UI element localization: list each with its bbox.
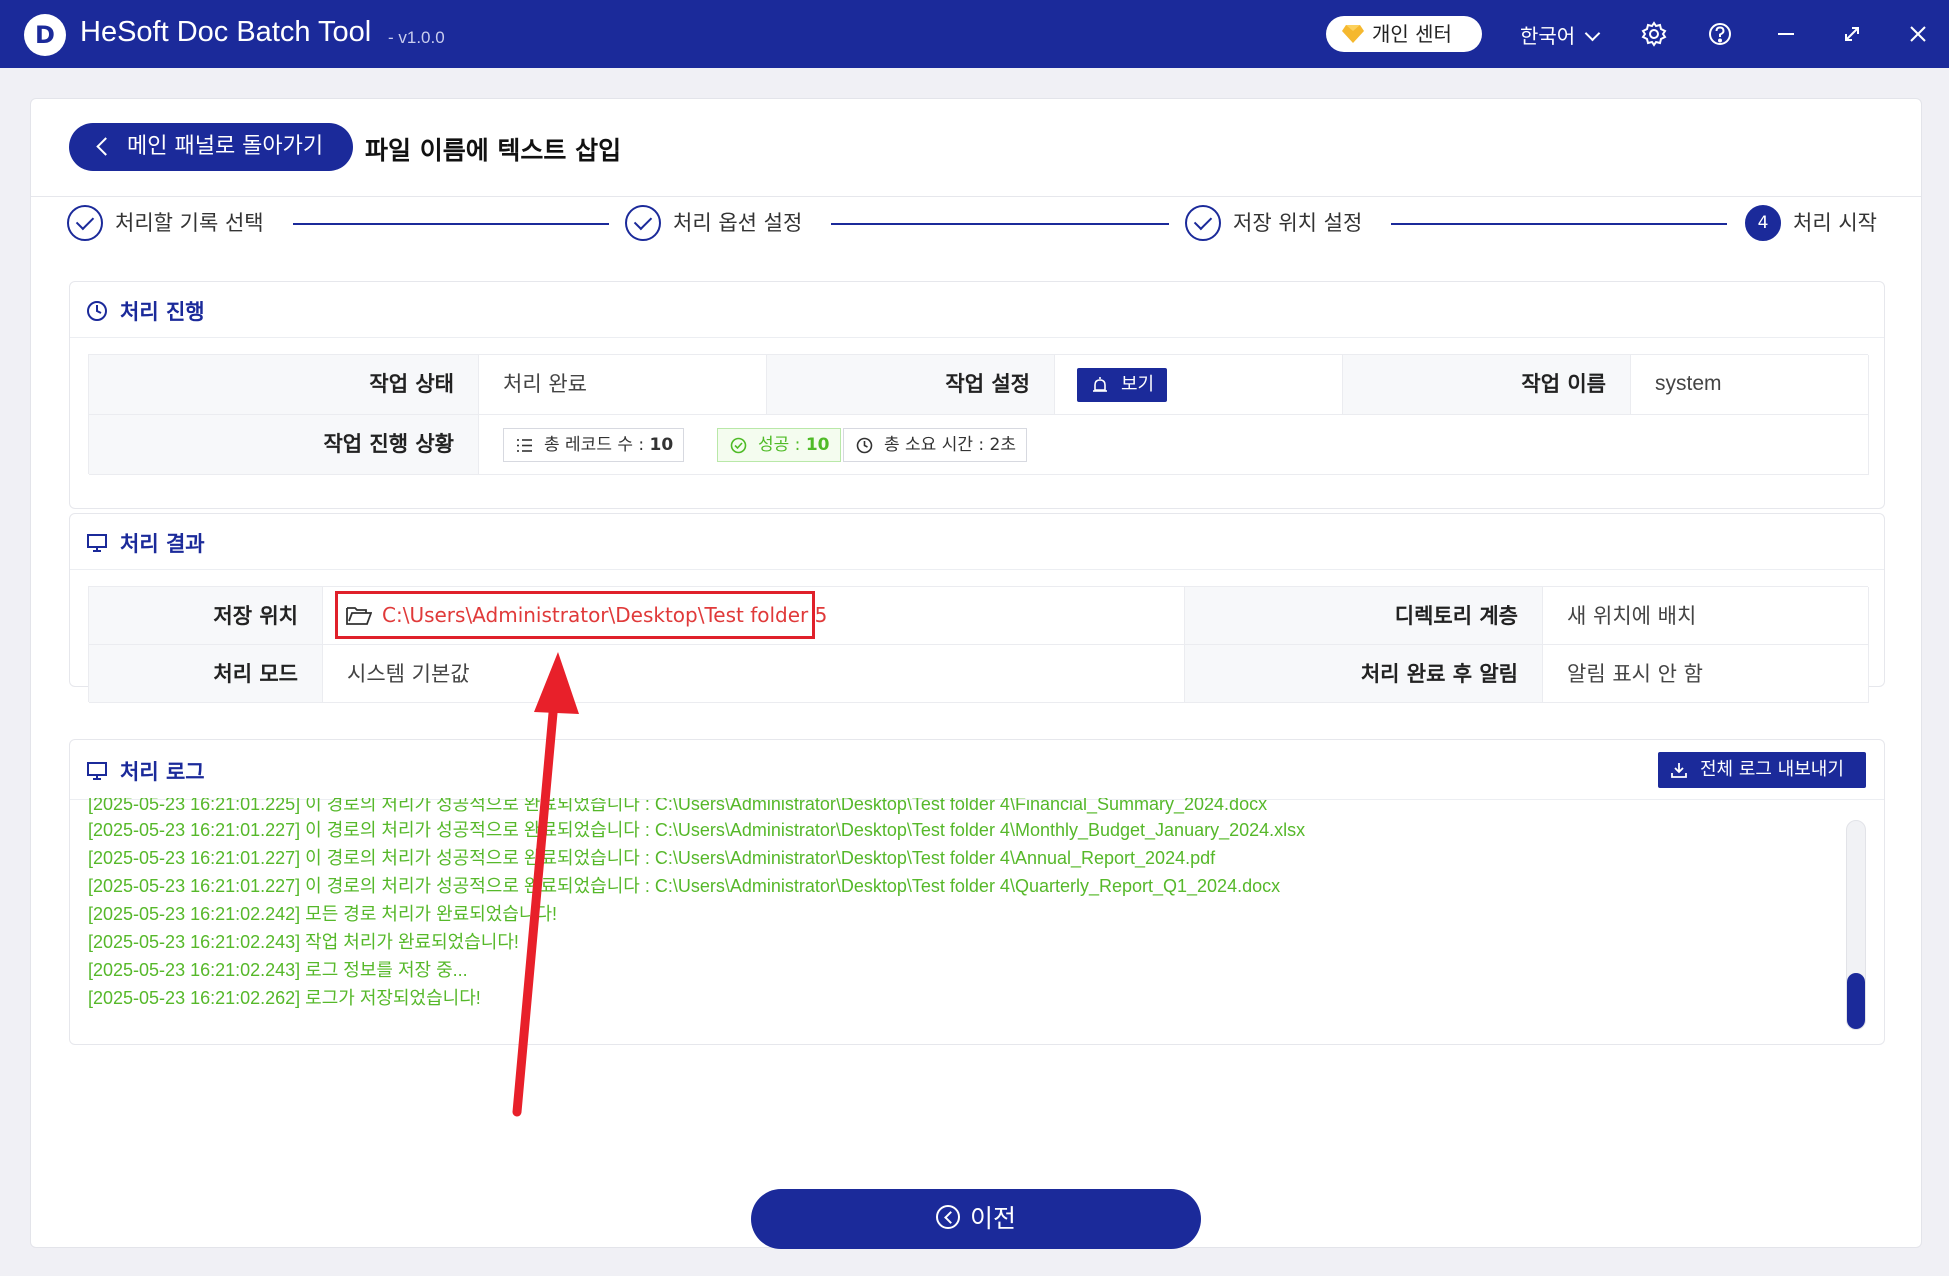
list-icon — [517, 439, 532, 452]
step-label: 처리할 기록 선택 — [115, 211, 264, 235]
clock-icon — [87, 301, 107, 321]
section-title: 처리 로그 — [120, 760, 205, 784]
alarm-icon — [1093, 377, 1107, 392]
check-circle-icon — [730, 437, 747, 454]
title-bar: D HeSoft Doc Batch Tool - v1.0.0 개인 센터 한… — [0, 0, 1949, 68]
log-section: 처리 로그 전체 로그 내보내기 [2025-05-23 16:21:01.22… — [69, 739, 1885, 1045]
chevron-left-circle-icon — [935, 1205, 960, 1229]
monitor-icon — [87, 762, 107, 780]
export-log-button[interactable]: 전체 로그 내보내기 — [1658, 752, 1866, 788]
monitor-icon — [87, 534, 107, 552]
status-key: 작업 상태 — [89, 355, 479, 415]
diamond-icon — [1342, 25, 1364, 43]
success-label: 성공 : — [758, 435, 806, 455]
notify-key: 처리 완료 후 알림 — [1185, 645, 1543, 703]
close-icon[interactable] — [1904, 20, 1932, 48]
previous-button[interactable]: 이전 — [751, 1189, 1201, 1249]
scrollbar-thumb[interactable] — [1847, 973, 1865, 1029]
step-connector — [831, 223, 1169, 225]
log-line: [2025-05-23 16:21:01.227] 이 경로의 처리가 성공적으… — [88, 876, 1281, 896]
settings-key: 작업 설정 — [767, 355, 1055, 415]
progress-value: 총 레코드 수 : 10 성공 : 10 총 소요 시간 : 2초 — [479, 415, 1869, 475]
log-line: [2025-05-23 16:21:02.242] 모든 경로 처리가 완료되었… — [88, 904, 558, 924]
step-label: 저장 위치 설정 — [1233, 211, 1363, 235]
section-header: 처리 로그 전체 로그 내보내기 — [70, 740, 1884, 800]
language-select[interactable]: 한국어 — [1520, 20, 1601, 49]
save-location-key: 저장 위치 — [89, 587, 323, 645]
chevron-down-icon — [1584, 25, 1601, 42]
save-location-value: C:\Users\Administrator\Desktop\Test fold… — [323, 587, 1185, 645]
status-value: 처리 완료 — [479, 355, 767, 415]
progress-section: 처리 진행 작업 상태 처리 완료 작업 설정 보기 작업 이름 system … — [69, 281, 1885, 509]
directory-hierarchy-key: 디렉토리 계층 — [1185, 587, 1543, 645]
check-circle-icon — [67, 205, 103, 241]
section-title: 처리 결과 — [120, 532, 205, 556]
step-connector — [1391, 223, 1727, 225]
notify-value: 알림 표시 안 함 — [1543, 645, 1869, 703]
step-label: 처리 시작 — [1793, 211, 1877, 235]
chevron-left-icon — [96, 137, 115, 156]
page-title: 파일 이름에 텍스트 삽입 — [365, 136, 622, 165]
log-scrollbar[interactable] — [1846, 820, 1866, 1030]
download-icon — [1671, 763, 1687, 778]
save-location-link[interactable]: C:\Users\Administrator\Desktop\Test fold… — [335, 591, 827, 639]
app-logo: D — [24, 14, 66, 56]
log-list[interactable]: [2025-05-23 16:21:01.225] 이 경로의 처리가 성공적으… — [88, 798, 1848, 1030]
directory-hierarchy-value: 새 위치에 배치 — [1543, 587, 1869, 645]
view-button-label: 보기 — [1121, 374, 1155, 395]
save-path-text: C:\Users\Administrator\Desktop\Test fold… — [382, 603, 828, 627]
log-line: [2025-05-23 16:21:01.227] 이 경로의 처리가 성공적으… — [88, 848, 1216, 868]
success-badge: 성공 : 10 — [717, 428, 841, 462]
check-circle-icon — [1185, 205, 1221, 241]
name-key: 작업 이름 — [1343, 355, 1631, 415]
app-version: - v1.0.0 — [388, 28, 445, 47]
name-value: system — [1631, 355, 1869, 415]
section-header: 처리 진행 — [70, 282, 1884, 338]
time-label: 총 소요 시간 : 2초 — [884, 435, 1016, 455]
progress-grid: 작업 상태 처리 완료 작업 설정 보기 작업 이름 system 작업 진행 … — [88, 354, 1869, 475]
processing-mode-value: 시스템 기본값 — [323, 645, 1185, 703]
step-number-badge: 4 — [1745, 205, 1781, 241]
log-line: [2025-05-23 16:21:02.243] 작업 처리가 완료되었습니다… — [88, 932, 519, 952]
settings-value: 보기 — [1055, 355, 1343, 415]
log-line: [2025-05-23 16:21:02.262] 로그가 저장되었습니다! — [88, 988, 481, 1008]
processing-mode-key: 처리 모드 — [89, 645, 323, 703]
elapsed-time-badge: 총 소요 시간 : 2초 — [843, 428, 1027, 462]
folder-open-icon — [346, 607, 372, 625]
step-label: 처리 옵션 설정 — [673, 211, 803, 235]
log-line: [2025-05-23 16:21:02.243] 로그 정보를 저장 중... — [88, 960, 468, 980]
progress-key: 작업 진행 상황 — [89, 415, 479, 475]
minimize-icon[interactable] — [1772, 20, 1800, 48]
total-value: 10 — [649, 435, 674, 455]
check-circle-icon — [625, 205, 661, 241]
divider — [31, 196, 1921, 197]
result-section: 처리 결과 저장 위치 C:\Users\Administrator\Deskt… — [69, 513, 1885, 703]
section-header: 처리 결과 — [70, 514, 1884, 570]
back-to-main-button[interactable]: 메인 패널로 돌아가기 — [69, 123, 353, 171]
view-settings-button[interactable]: 보기 — [1077, 368, 1167, 402]
section-title: 처리 진행 — [120, 300, 205, 324]
previous-button-label: 이전 — [969, 1204, 1016, 1233]
main-panel: 메인 패널로 돌아가기 파일 이름에 텍스트 삽입 처리할 기록 선택 처리 옵… — [30, 98, 1922, 1249]
step-connector — [293, 223, 609, 225]
gear-icon[interactable] — [1640, 20, 1668, 48]
help-icon[interactable] — [1706, 20, 1734, 48]
back-button-label: 메인 패널로 돌아가기 — [127, 134, 324, 159]
success-value: 10 — [805, 435, 830, 455]
app-title: HeSoft Doc Batch Tool — [80, 16, 372, 48]
result-grid: 저장 위치 C:\Users\Administrator\Desktop\Tes… — [88, 586, 1869, 703]
log-line: [2025-05-23 16:21:01.227] 이 경로의 처리가 성공적으… — [88, 820, 1306, 840]
total-label: 총 레코드 수 : — [544, 435, 650, 455]
clock-icon — [856, 437, 873, 454]
total-records-badge: 총 레코드 수 : 10 — [503, 428, 685, 462]
personal-center-button[interactable]: 개인 센터 — [1326, 16, 1482, 52]
language-label: 한국어 — [1520, 24, 1576, 48]
maximize-icon[interactable] — [1838, 20, 1866, 48]
export-button-label: 전체 로그 내보내기 — [1700, 759, 1844, 780]
personal-center-label: 개인 센터 — [1372, 22, 1452, 46]
log-line: [2025-05-23 16:21:01.225] 이 경로의 처리가 성공적으… — [88, 798, 1268, 814]
